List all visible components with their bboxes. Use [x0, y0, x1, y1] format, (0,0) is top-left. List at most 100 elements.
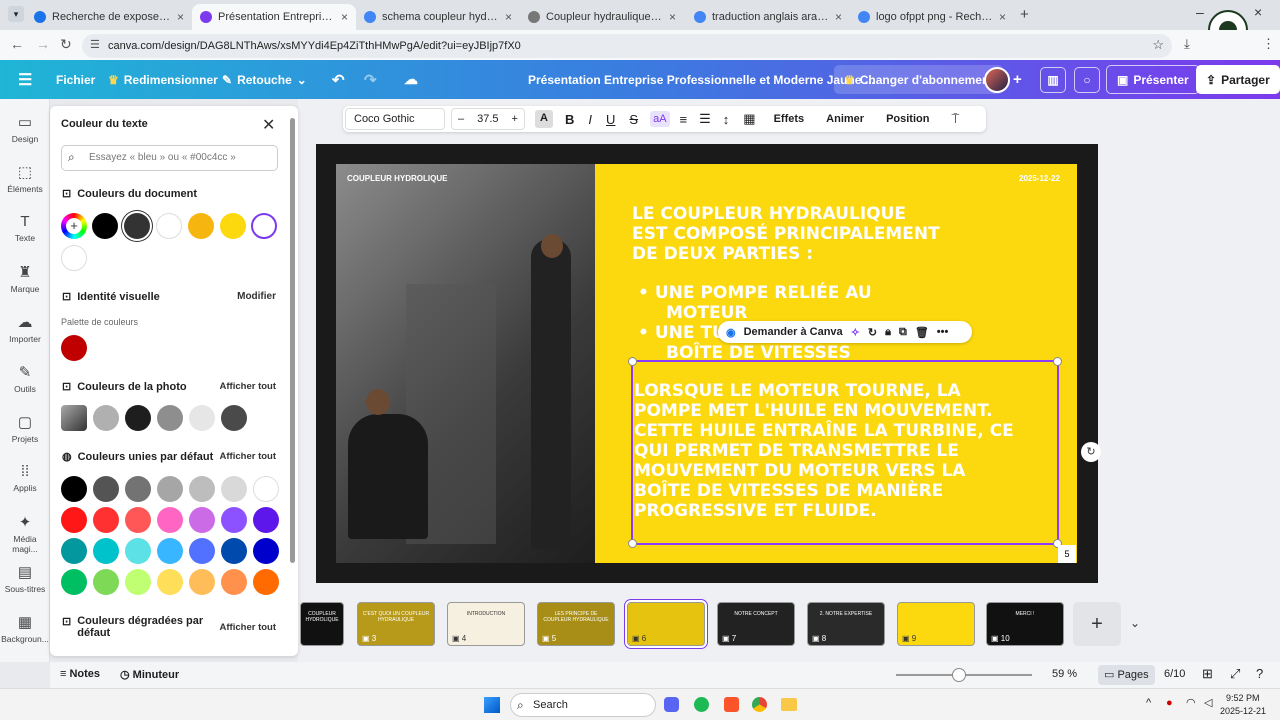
default-color-swatch[interactable] — [253, 507, 279, 533]
default-color-swatch[interactable] — [61, 507, 87, 533]
default-color-swatch[interactable] — [253, 538, 279, 564]
explorer-icon[interactable] — [781, 698, 797, 711]
default-color-swatch[interactable] — [93, 507, 119, 533]
case-icon[interactable]: aA — [650, 111, 670, 127]
zoom-slider[interactable] — [896, 668, 1032, 682]
notes-button[interactable]: ≡ Notes — [60, 668, 100, 680]
close-icon[interactable]: × — [999, 10, 1006, 24]
zoom-level[interactable]: 59 % — [1052, 668, 1077, 680]
help-icon[interactable]: ? — [1256, 666, 1263, 681]
tab-5[interactable]: traduction anglais arabe - Rech× — [686, 4, 850, 30]
delete-icon[interactable]: 🗑︎ — [915, 326, 929, 339]
default-color-swatch[interactable] — [125, 538, 151, 564]
slide-paragraph[interactable]: LORSQUE LE MOTEUR TOURNE, LA POMPE MET L… — [634, 381, 1014, 521]
default-color-swatch[interactable] — [253, 476, 279, 502]
photo-color-swatch[interactable] — [93, 405, 119, 431]
cloud-saved-icon[interactable]: ☁ — [404, 60, 418, 99]
page-thumbnail[interactable]: LES PRINCIPE DE COUPLEUR HYDRAULIQUE ▣ 5 — [537, 602, 615, 646]
default-color-swatch[interactable] — [221, 507, 247, 533]
photo-color-swatch[interactable] — [189, 405, 215, 431]
default-color-swatch[interactable] — [189, 507, 215, 533]
duplicate-icon[interactable]: ⧉ — [899, 326, 907, 339]
tab-6[interactable]: logo ofppt png - Recherche Go× — [850, 4, 1014, 30]
add-collaborator-icon[interactable]: + — [1013, 60, 1022, 99]
text-color-button[interactable]: A — [535, 110, 553, 128]
doc-color-swatch[interactable] — [124, 213, 150, 239]
site-info-icon[interactable]: ☰ — [90, 38, 100, 51]
url-field[interactable]: ☰ canva.com/design/DAG8LNThAws/xsMYYdi4E… — [82, 34, 1172, 58]
present-button[interactable]: ▣ Présenter — [1106, 65, 1200, 94]
close-icon[interactable]: × — [177, 10, 184, 24]
bold-icon[interactable]: B — [565, 112, 574, 127]
clock-time[interactable]: 9:52 PM — [1226, 693, 1260, 703]
page-thumbnail[interactable]: INTRODUCTION ▣ 4 — [447, 602, 525, 646]
volume-icon[interactable]: ◁ — [1204, 696, 1212, 709]
default-color-swatch[interactable] — [189, 538, 215, 564]
brand-swatch[interactable] — [61, 335, 87, 361]
rotate-icon[interactable]: ↻ — [868, 326, 877, 339]
page-thumbnail[interactable]: C'EST QUOI UN COUPLEUR HYDRAULIQUE ▣ 3 — [357, 602, 435, 646]
redo-icon[interactable]: ↷ — [364, 60, 377, 99]
color-search-input[interactable]: ⌕ Essayez « bleu » ou « #00c4cc » — [61, 145, 278, 171]
default-color-swatch[interactable] — [253, 569, 279, 595]
default-color-swatch[interactable] — [61, 476, 87, 502]
resize-handle[interactable] — [1053, 357, 1062, 366]
page-thumbnail[interactable]: ▣ 9 — [897, 602, 975, 646]
spacing-icon[interactable]: ↕ — [723, 112, 730, 127]
magic-icon[interactable]: ✧ — [851, 326, 860, 339]
close-icon[interactable]: ✕ — [262, 115, 275, 135]
doc-color-swatch[interactable] — [220, 213, 246, 239]
rail-upload[interactable]: ☁ Importer — [0, 313, 50, 344]
default-color-swatch[interactable] — [125, 476, 151, 502]
fullscreen-icon[interactable]: ⤢ — [1230, 666, 1240, 682]
forward-icon[interactable]: → — [36, 36, 50, 52]
tab-1[interactable]: Recherche de expose presentat× — [26, 4, 192, 30]
insights-icon[interactable]: ▥ — [1040, 67, 1066, 93]
grid-view-icon[interactable]: ⊞ — [1202, 666, 1213, 682]
timer-button[interactable]: ◷ Minuteur — [120, 668, 179, 681]
transparency-icon[interactable]: ▦ — [743, 111, 755, 127]
undo-icon[interactable]: ↶ — [332, 60, 345, 99]
brave-icon[interactable] — [724, 697, 739, 712]
windows-start-icon[interactable] — [484, 697, 500, 713]
default-color-swatch[interactable] — [61, 569, 87, 595]
slide-heading[interactable]: LE COUPLEUR HYDRAULIQUE EST COMPOSÉ PRIN… — [632, 204, 940, 264]
photo-show-all-link[interactable]: Afficher tout — [220, 381, 276, 392]
default-color-swatch[interactable] — [93, 538, 119, 564]
default-color-swatch[interactable] — [157, 476, 183, 502]
avatar[interactable] — [984, 67, 1010, 93]
resize-handle[interactable] — [628, 357, 637, 366]
tray-chevron-icon[interactable]: ^ — [1146, 697, 1151, 709]
spotify-icon[interactable] — [694, 697, 709, 712]
font-select[interactable]: Coco Gothic — [345, 108, 445, 130]
default-color-swatch[interactable] — [221, 569, 247, 595]
slide-5[interactable]: COUPLEUR HYDROLIQUE 2025-12-22 LE COUPLE… — [336, 164, 1077, 563]
rail-tools[interactable]: ✎ Outils — [0, 363, 50, 394]
tab-2[interactable]: Présentation Entreprise Profess× — [192, 4, 356, 30]
wifi-icon[interactable]: ◠ — [1186, 696, 1196, 709]
minimize-icon[interactable]: – — [1196, 4, 1204, 20]
default-color-swatch[interactable] — [61, 538, 87, 564]
page-thumbnail[interactable]: COUPLEUR HYDROLIQUE — [300, 602, 344, 646]
bookmark-icon[interactable]: ☆ — [1152, 37, 1164, 53]
rotate-handle-icon[interactable]: ↻ — [1081, 442, 1101, 462]
gradient-show-all-link[interactable]: Afficher tout — [220, 622, 276, 633]
font-size-control[interactable]: –37.5 + — [451, 108, 525, 130]
default-color-swatch[interactable] — [221, 476, 247, 502]
default-show-all-link[interactable]: Afficher tout — [220, 451, 276, 462]
hamburger-icon[interactable]: ☰ — [18, 60, 32, 99]
reload-icon[interactable]: ↻ — [60, 36, 72, 53]
ask-canva-bar[interactable]: ◉ Demander à Canva ✧ ↻ 🔒︎ ⧉ 🗑︎ ••• — [718, 321, 972, 343]
default-color-swatch[interactable] — [125, 569, 151, 595]
download-icon[interactable]: ⤓ — [1184, 36, 1190, 52]
menu-icon[interactable]: ⋮ — [1262, 36, 1275, 52]
tab-4[interactable]: Coupleur hydraulique définitio× — [520, 4, 684, 30]
rail-brand[interactable]: ♜ Marque — [0, 263, 50, 294]
align-icon[interactable]: ≡ — [680, 112, 688, 127]
chevron-down-icon[interactable]: ⌄ — [1130, 616, 1140, 630]
doc-color-swatch[interactable] — [251, 213, 277, 239]
rail-captions[interactable]: ▤ Sous-titres — [0, 563, 50, 594]
animate-button[interactable]: Animer — [826, 113, 864, 125]
rail-shapes[interactable]: ⬚ Éléments — [0, 163, 50, 194]
new-tab-icon[interactable]: + — [1020, 6, 1029, 23]
